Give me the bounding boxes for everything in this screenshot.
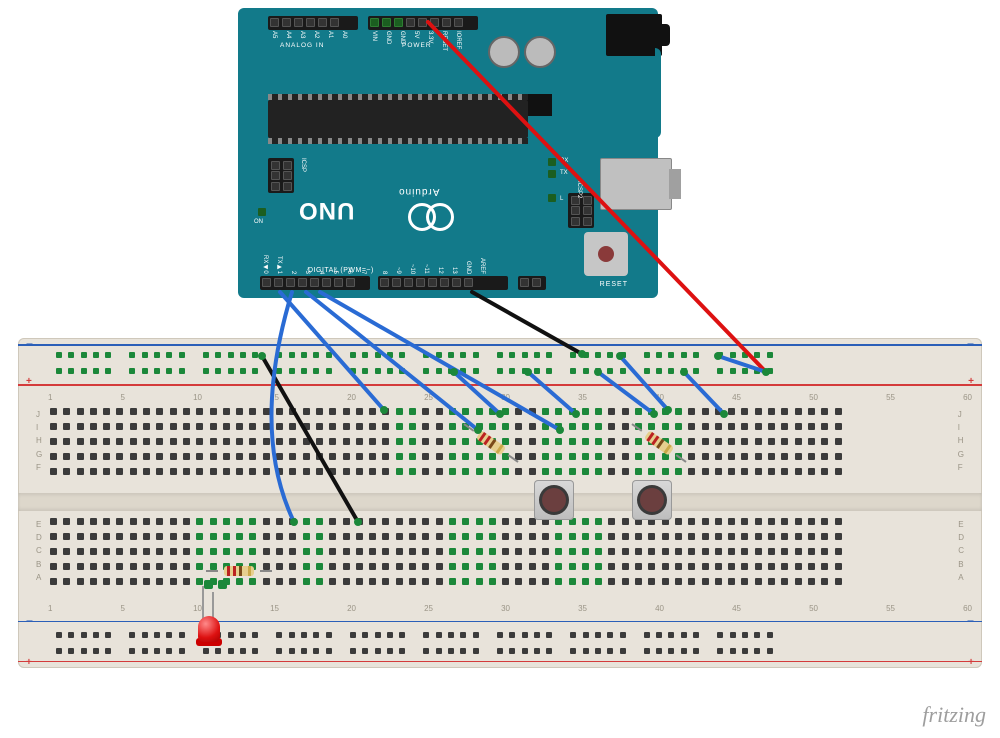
led-tx-label: TX [560, 170, 568, 176]
pin-label: 5V [413, 31, 419, 38]
pushbutton-1[interactable] [534, 480, 574, 520]
reset-label: RESET [600, 281, 628, 288]
pin-label: 8 [381, 271, 387, 274]
icsp-header[interactable] [268, 158, 294, 193]
arduino-logo-icon [408, 203, 454, 229]
pin-label: ~3 [304, 267, 310, 274]
plus-symbol: + [26, 376, 32, 387]
icsp2-label: ICSP2 [576, 181, 582, 198]
led-on [258, 208, 266, 216]
spare-header[interactable] [518, 276, 546, 290]
led-on-label: ON [254, 219, 263, 225]
pin-label: ~10 [409, 264, 415, 274]
rail-row[interactable] [56, 368, 785, 374]
column-numbers: 151015202530354045505560 [48, 393, 972, 402]
tie-point-used [204, 580, 213, 589]
rail-row[interactable] [56, 632, 785, 638]
pin-label: ~6 [346, 267, 352, 274]
pin-label: ~5 [332, 267, 338, 274]
led-tx [548, 170, 556, 178]
pin-label: 4 [318, 271, 324, 274]
minus-symbol: − [967, 614, 974, 628]
pin-label: VIN [371, 31, 377, 41]
led-l [548, 194, 556, 202]
analog-header[interactable] [268, 16, 358, 30]
minus-symbol: − [26, 614, 33, 628]
pushbutton-2[interactable] [632, 480, 672, 520]
tie-point-used [218, 580, 227, 589]
pin-label: GND [385, 31, 391, 44]
capacitors [486, 36, 558, 73]
icsp-label: ICSP [300, 158, 306, 172]
usb-port [600, 158, 672, 210]
icsp2-header[interactable] [568, 193, 594, 228]
row-letters: EDCBA [36, 520, 42, 582]
power-header[interactable] [368, 16, 478, 30]
pin-label: A0 [341, 31, 347, 38]
plus-symbol: + [26, 657, 32, 668]
led-rx-label: RX [560, 158, 568, 164]
digital-header-8-aref[interactable] [378, 276, 508, 290]
pin-label: 3.3V [427, 31, 433, 43]
rail-row[interactable] [56, 648, 785, 654]
breadboard-center-divider [18, 493, 982, 511]
pin-label: GND [465, 261, 471, 274]
led-l-label: L [560, 196, 563, 202]
pin-label: A5 [271, 31, 277, 38]
plus-symbol: + [968, 657, 974, 668]
board-name: UNO [298, 196, 354, 224]
power-jack [606, 14, 662, 56]
atmega-chip [268, 100, 528, 138]
digital-header-0-7[interactable] [260, 276, 370, 290]
column-numbers: 151015202530354045505560 [48, 604, 972, 613]
brand-name: Arduino [398, 186, 439, 197]
minus-symbol: − [967, 337, 974, 351]
reset-button[interactable] [584, 232, 628, 276]
pin-label: 12 [437, 267, 443, 274]
breadboard: − + − + − + − + 151015202530354045505560… [18, 338, 982, 668]
pin-label: 2 [290, 271, 296, 274]
row-letters: EDCBA [958, 520, 964, 582]
pin-label: 13 [451, 267, 457, 274]
rail-row[interactable] [56, 352, 785, 358]
pin-label: IOREF [455, 31, 461, 49]
arduino-uno-board: RESET ANALOG IN POWER A5 A4 A3 A2 A1 A0 … [238, 8, 658, 298]
pin-label: 7 [360, 271, 366, 274]
analog-group-label: ANALOG IN [280, 42, 324, 49]
watermark: fritzing [922, 702, 986, 728]
plus-symbol: + [968, 376, 974, 387]
pin-label: A4 [285, 31, 291, 38]
pin-label: ~9 [395, 267, 401, 274]
led-red[interactable] [194, 616, 224, 656]
pin-label: RESET [441, 31, 447, 51]
led-rx [548, 158, 556, 166]
pin-label: GND [399, 31, 405, 44]
pin-label: A2 [313, 31, 319, 38]
resistor-led[interactable] [214, 566, 264, 576]
minus-symbol: − [26, 337, 33, 351]
pin-label: AREF [479, 258, 485, 274]
pin-label: A1 [327, 31, 333, 38]
pin-label: TX▶1 [276, 256, 283, 274]
pin-label: RX◀0 [262, 255, 269, 274]
row-letters: JIHGF [36, 410, 42, 472]
pin-label: ~11 [423, 264, 429, 274]
row-letters: JIHGF [958, 410, 964, 472]
diagram-stage: RESET ANALOG IN POWER A5 A4 A3 A2 A1 A0 … [0, 0, 1000, 738]
pin-label: A3 [299, 31, 305, 38]
